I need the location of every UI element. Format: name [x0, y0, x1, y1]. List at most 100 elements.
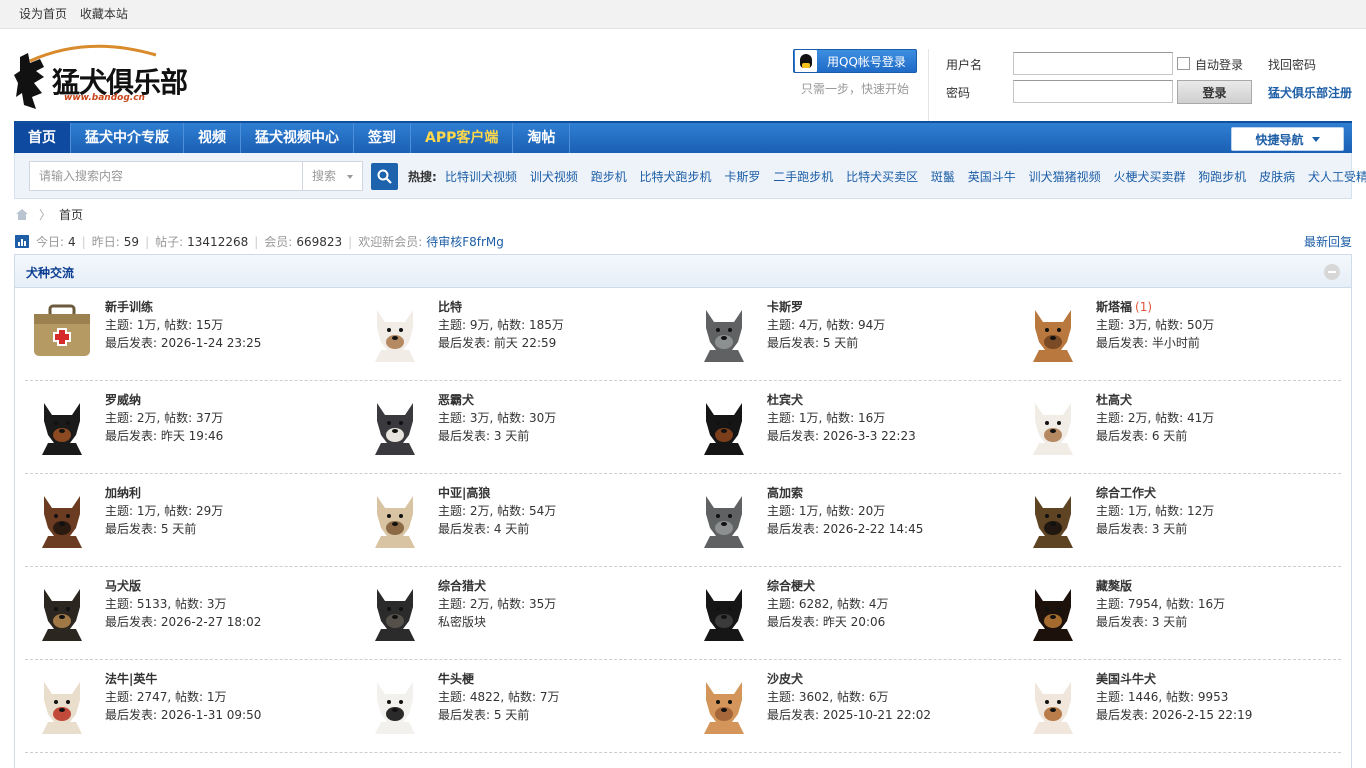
search-button[interactable]: [371, 163, 398, 190]
home-icon[interactable]: [15, 208, 29, 221]
forum-name[interactable]: 高加索: [767, 486, 803, 500]
forum-item[interactable]: 综合猎犬 主题: 2万, 帖数: 35万 私密版块: [358, 567, 687, 659]
hot-search-link[interactable]: 训犬猫猪视频: [1029, 170, 1101, 184]
section-header: 犬种交流: [15, 255, 1351, 288]
briefcase-icon: [34, 304, 90, 356]
forum-item[interactable]: 牛头梗 主题: 4822, 帖数: 7万 最后发表: 5 天前: [358, 660, 687, 752]
hot-search-link[interactable]: 比特犬买卖区: [846, 170, 918, 184]
forum-name[interactable]: 杜高犬: [1096, 393, 1132, 407]
find-password-link[interactable]: 找回密码: [1268, 56, 1316, 73]
forum-item[interactable]: 沙皮犬 主题: 3602, 帖数: 6万 最后发表: 2025-10-21 22:0…: [687, 660, 1016, 752]
today-count: 4: [68, 234, 76, 249]
hot-search-link[interactable]: 卡斯罗: [724, 170, 760, 184]
hot-search-link[interactable]: 皮肤病: [1259, 170, 1295, 184]
search-input[interactable]: 请输入搜索内容: [29, 161, 302, 191]
forum-item[interactable]: 罗威纳 主题: 2万, 帖数: 37万 最后发表: 昨天 19:46: [25, 381, 354, 473]
forum-item[interactable]: 法牛|英牛 主题: 2747, 帖数: 1万 最后发表: 2026-1-31 09:…: [25, 660, 354, 752]
hot-search-link[interactable]: 斑鬣: [931, 170, 955, 184]
section-title[interactable]: 犬种交流: [26, 264, 74, 281]
forum-counts: 主题: 7954, 帖数: 16万: [1096, 597, 1226, 611]
forum-item[interactable]: 中亚|高狼 主题: 2万, 帖数: 54万 最后发表: 4 天前: [358, 474, 687, 566]
forum-name[interactable]: 沙皮犬: [767, 672, 803, 686]
auto-login-checkbox[interactable]: [1177, 57, 1190, 70]
register-link[interactable]: 猛犬俱乐部注册: [1268, 84, 1352, 101]
forum-meta: 新手训练 主题: 1万, 帖数: 15万 最后发表: 2026-1-24 23:25: [105, 298, 261, 352]
forum-item[interactable]: 藏獒版 主题: 7954, 帖数: 16万 最后发表: 3 天前: [1016, 567, 1345, 659]
hot-search-link[interactable]: 狗跑步机: [1198, 170, 1246, 184]
forum-name[interactable]: 加纳利: [105, 486, 141, 500]
hot-search-link[interactable]: 二手跑步机: [773, 170, 833, 184]
forum-name[interactable]: 恶霸犬: [438, 393, 474, 407]
forum-item[interactable]: 新手训练 主题: 1万, 帖数: 15万 最后发表: 2026-1-24 23:25: [25, 288, 354, 380]
latest-replies-link[interactable]: 最新回复: [1304, 233, 1352, 250]
forum-name[interactable]: 罗威纳: [105, 393, 141, 407]
forum-name[interactable]: 新手训练: [105, 300, 153, 314]
forum-item[interactable]: 杜宾犬 主题: 1万, 帖数: 16万 最后发表: 2026-3-3 22:23: [687, 381, 1016, 473]
hot-search-link[interactable]: 比特犬跑步机: [640, 170, 712, 184]
search-type-select[interactable]: 搜索: [302, 161, 363, 191]
forum-item[interactable]: 恶霸犬 主题: 3万, 帖数: 30万 最后发表: 3 天前: [358, 381, 687, 473]
nav-app-client[interactable]: APP客户端: [411, 123, 514, 153]
forum-item[interactable]: 马犬版 主题: 5133, 帖数: 3万 最后发表: 2026-2-27 18:02: [25, 567, 354, 659]
hot-search-label: 热搜:: [408, 170, 437, 184]
qq-login-button[interactable]: 用QQ帐号登录: [793, 49, 917, 73]
forum-item[interactable]: 加纳利 主题: 1万, 帖数: 29万 最后发表: 5 天前: [25, 474, 354, 566]
forum-name[interactable]: 综合猎犬: [438, 579, 486, 593]
hot-search-link[interactable]: 犬人工受精: [1308, 170, 1366, 184]
hot-search-link[interactable]: 英国斗牛: [968, 170, 1016, 184]
forum-name[interactable]: 杜宾犬: [767, 393, 803, 407]
nav-checkin[interactable]: 签到: [354, 123, 411, 153]
hot-search-link[interactable]: 火梗犬买卖群: [1113, 170, 1185, 184]
hot-search-link[interactable]: 比特训犬视频: [445, 170, 517, 184]
forum-item[interactable]: 综合工作犬 主题: 1万, 帖数: 12万 最后发表: 3 天前: [1016, 474, 1345, 566]
top-bar: 设为首页 收藏本站: [0, 0, 1366, 29]
nav-video-center[interactable]: 猛犬视频中心: [241, 123, 354, 153]
forum-name[interactable]: 藏獒版: [1096, 579, 1132, 593]
forum-name[interactable]: 卡斯罗: [767, 300, 803, 314]
nav-agent-board[interactable]: 猛犬中介专版: [71, 123, 184, 153]
forum-name[interactable]: 综合梗犬: [767, 579, 815, 593]
bar-chart-icon: [15, 235, 29, 248]
site-logo[interactable]: 猛犬俱乐部 www.bandog.cn: [14, 41, 188, 109]
set-home-link[interactable]: 设为首页: [19, 7, 67, 21]
forum-item[interactable]: 卡斯罗 主题: 4万, 帖数: 94万 最后发表: 5 天前: [687, 288, 1016, 380]
hot-search-link[interactable]: 训犬视频: [530, 170, 578, 184]
forum-name[interactable]: 综合工作犬: [1096, 486, 1156, 500]
forum-name[interactable]: 斯塔福: [1096, 300, 1132, 314]
nav-collections[interactable]: 淘帖: [513, 123, 571, 153]
auto-login-label: 自动登录: [1195, 58, 1244, 72]
forum-last-post: 最后发表: 4 天前: [438, 522, 530, 536]
forum-item[interactable]: 杜高犬 主题: 2万, 帖数: 41万 最后发表: 6 天前: [1016, 381, 1345, 473]
forum-last-post: 最后发表: 2026-1-24 23:25: [105, 336, 262, 350]
collapse-icon[interactable]: [1324, 264, 1340, 280]
forum-name[interactable]: 法牛|英牛: [105, 672, 157, 686]
dog-photo-icon: [1033, 403, 1073, 455]
forum-name[interactable]: 比特: [438, 300, 462, 314]
hot-search-link[interactable]: 跑步机: [591, 170, 627, 184]
dog-photo-icon: [42, 589, 82, 641]
forum-item[interactable]: 综合梗犬 主题: 6282, 帖数: 4万 最后发表: 昨天 20:06: [687, 567, 1016, 659]
dog-photo-icon: [1033, 310, 1073, 362]
dog-photo-icon: [42, 403, 82, 455]
bookmark-link[interactable]: 收藏本站: [80, 7, 128, 21]
forum-counts: 主题: 9万, 帖数: 185万: [438, 318, 564, 332]
forum-item[interactable]: 高加索 主题: 1万, 帖数: 20万 最后发表: 2026-2-22 14:45: [687, 474, 1016, 566]
login-button[interactable]: 登录: [1177, 80, 1252, 104]
dog-photo-icon: [375, 496, 415, 548]
nav-video[interactable]: 视频: [184, 123, 241, 153]
forum-name[interactable]: 中亚|高狼: [438, 486, 490, 500]
forum-item[interactable]: 斯塔福 (1) 主题: 3万, 帖数: 50万 最后发表: 半小时前: [1016, 288, 1345, 380]
main-nav: 首页 猛犬中介专版 视频 猛犬视频中心 签到 APP客户端 淘帖 快捷导航: [14, 121, 1352, 153]
forum-name[interactable]: 牛头梗: [438, 672, 474, 686]
forum-meta: 比特 主题: 9万, 帖数: 185万 最后发表: 前天 22:59: [438, 298, 564, 352]
password-input[interactable]: [1013, 80, 1173, 103]
nav-home[interactable]: 首页: [14, 123, 71, 153]
username-input[interactable]: [1013, 52, 1173, 75]
forum-item[interactable]: 比特 主题: 9万, 帖数: 185万 最后发表: 前天 22:59: [358, 288, 687, 380]
newest-member-link[interactable]: 待审核F8frMg: [426, 233, 504, 250]
forum-name[interactable]: 美国斗牛犬: [1096, 672, 1156, 686]
forum-item[interactable]: 美国斗牛犬 主题: 1446, 帖数: 9953 最后发表: 2026-2-15 2…: [1016, 660, 1345, 752]
quick-nav-button[interactable]: 快捷导航: [1231, 127, 1344, 151]
forum-name[interactable]: 马犬版: [105, 579, 141, 593]
breadcrumb-home[interactable]: 首页: [59, 206, 83, 223]
